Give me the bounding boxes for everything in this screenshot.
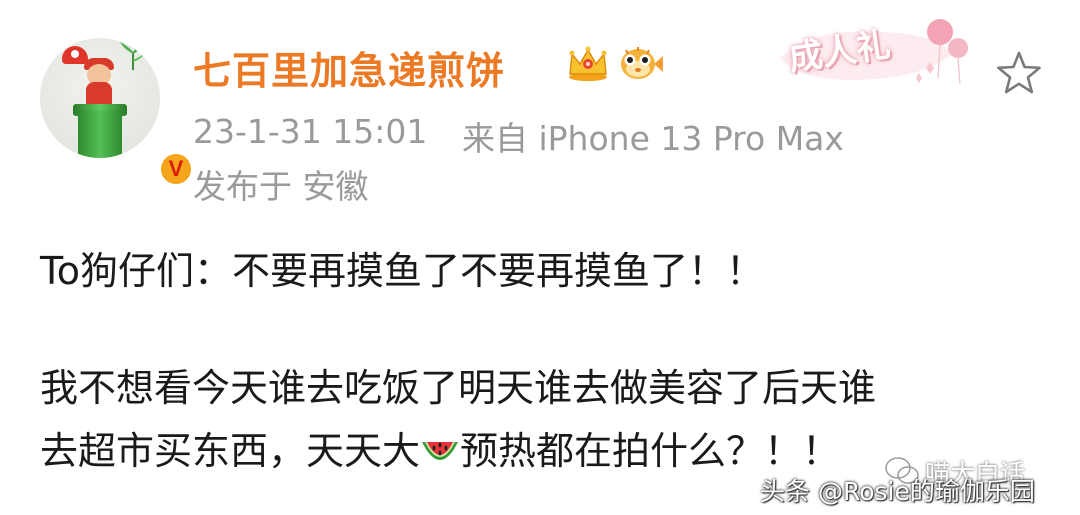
post-text-line-3: 去超市买东西，天天大 预热都在拍什么？！！ (40, 420, 840, 475)
pipe (78, 110, 122, 158)
star-icon[interactable] (994, 48, 1044, 98)
weibo-post: V 七百里加急递煎饼 23-1-31 15:01 来自 iPhone 13 Pr… (0, 0, 1080, 515)
plant-icon (120, 42, 147, 70)
post-text-line-3-before: 去超市买东西，天天大 (40, 429, 421, 473)
avatar[interactable]: V (40, 38, 194, 187)
watermelon-icon (422, 442, 459, 460)
post-source[interactable]: 来自 iPhone 13 Pro Max (462, 112, 844, 160)
toutiao-watermark: 头条 @Rosie的瑜伽乐园 (760, 477, 1035, 506)
avatar-image (40, 38, 160, 158)
crown-icon[interactable] (566, 44, 610, 82)
pufferfish-icon[interactable] (616, 44, 664, 84)
post-text-line-2: 我不想看今天谁去吃饭了明天谁去做美容了后天谁 (40, 366, 877, 410)
post-text-line-1: To狗仔们：不要再摸鱼了不要再摸鱼了！！ (40, 249, 765, 293)
mushroom-icon (62, 46, 88, 64)
post-time: 23-1-31 15:01 (193, 112, 428, 151)
username[interactable]: 七百里加急递煎饼 (193, 40, 505, 95)
post-location: 发布于 安徽 (193, 167, 369, 206)
verified-badge: V (158, 151, 194, 187)
post-text-line-3-after: 预热都在拍什么？！！ (460, 429, 841, 473)
